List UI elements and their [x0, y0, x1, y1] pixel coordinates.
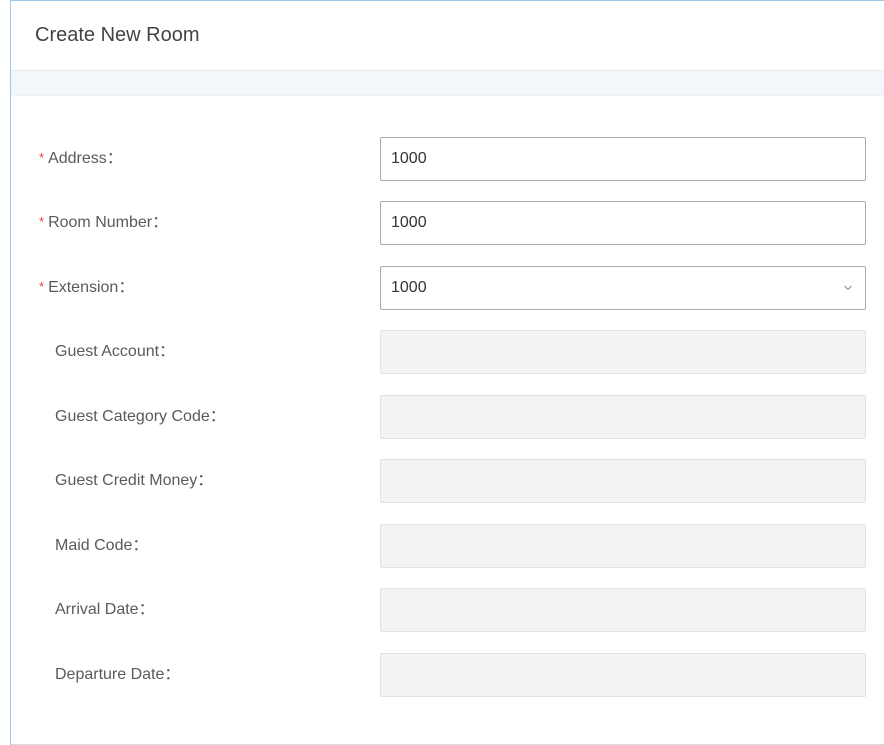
- departure-date-input: [380, 653, 866, 697]
- guest-account-row: Guest Account：: [11, 330, 884, 374]
- maid-code-input: [380, 524, 866, 568]
- room-number-input[interactable]: 1000: [380, 201, 866, 245]
- guest-category-code-input: [380, 395, 866, 439]
- arrival-date-row: Arrival Date：: [11, 588, 884, 632]
- create-room-dialog: Create New Room * Address： 1000 * Room Num…: [10, 0, 884, 745]
- address-row: * Address： 1000: [11, 137, 884, 181]
- extension-select[interactable]: 1000: [380, 266, 866, 310]
- required-marker: *: [39, 150, 45, 165]
- guest-account-input: [380, 330, 866, 374]
- departure-date-label: Departure Date：: [55, 666, 181, 683]
- guest-credit-money-row: Guest Credit Money：: [11, 459, 884, 503]
- extension-row: * Extension： 1000: [11, 266, 884, 310]
- dialog-header-band: [11, 71, 884, 96]
- dialog-header: Create New Room: [11, 1, 884, 71]
- arrival-date-input: [380, 588, 866, 632]
- address-label: * Address：: [39, 150, 123, 167]
- maid-code-row: Maid Code：: [11, 524, 884, 568]
- room-number-label: * Room Number：: [39, 214, 169, 231]
- address-input[interactable]: 1000: [380, 137, 866, 181]
- maid-code-label: Maid Code：: [55, 537, 149, 554]
- extension-select-value: 1000: [391, 279, 427, 296]
- required-marker: *: [39, 279, 45, 294]
- room-number-row: * Room Number： 1000: [11, 201, 884, 245]
- guest-credit-money-input: [380, 459, 866, 503]
- arrival-date-label: Arrival Date：: [55, 601, 155, 618]
- required-marker: *: [39, 214, 45, 229]
- guest-credit-money-label: Guest Credit Money：: [55, 472, 214, 489]
- dialog-title: Create New Room: [35, 24, 200, 46]
- chevron-down-icon: [844, 285, 852, 291]
- guest-account-label: Guest Account：: [55, 343, 176, 360]
- departure-date-row: Departure Date：: [11, 653, 884, 697]
- guest-category-code-label: Guest Category Code：: [55, 408, 226, 425]
- extension-label: * Extension：: [39, 279, 135, 296]
- guest-category-code-row: Guest Category Code：: [11, 395, 884, 439]
